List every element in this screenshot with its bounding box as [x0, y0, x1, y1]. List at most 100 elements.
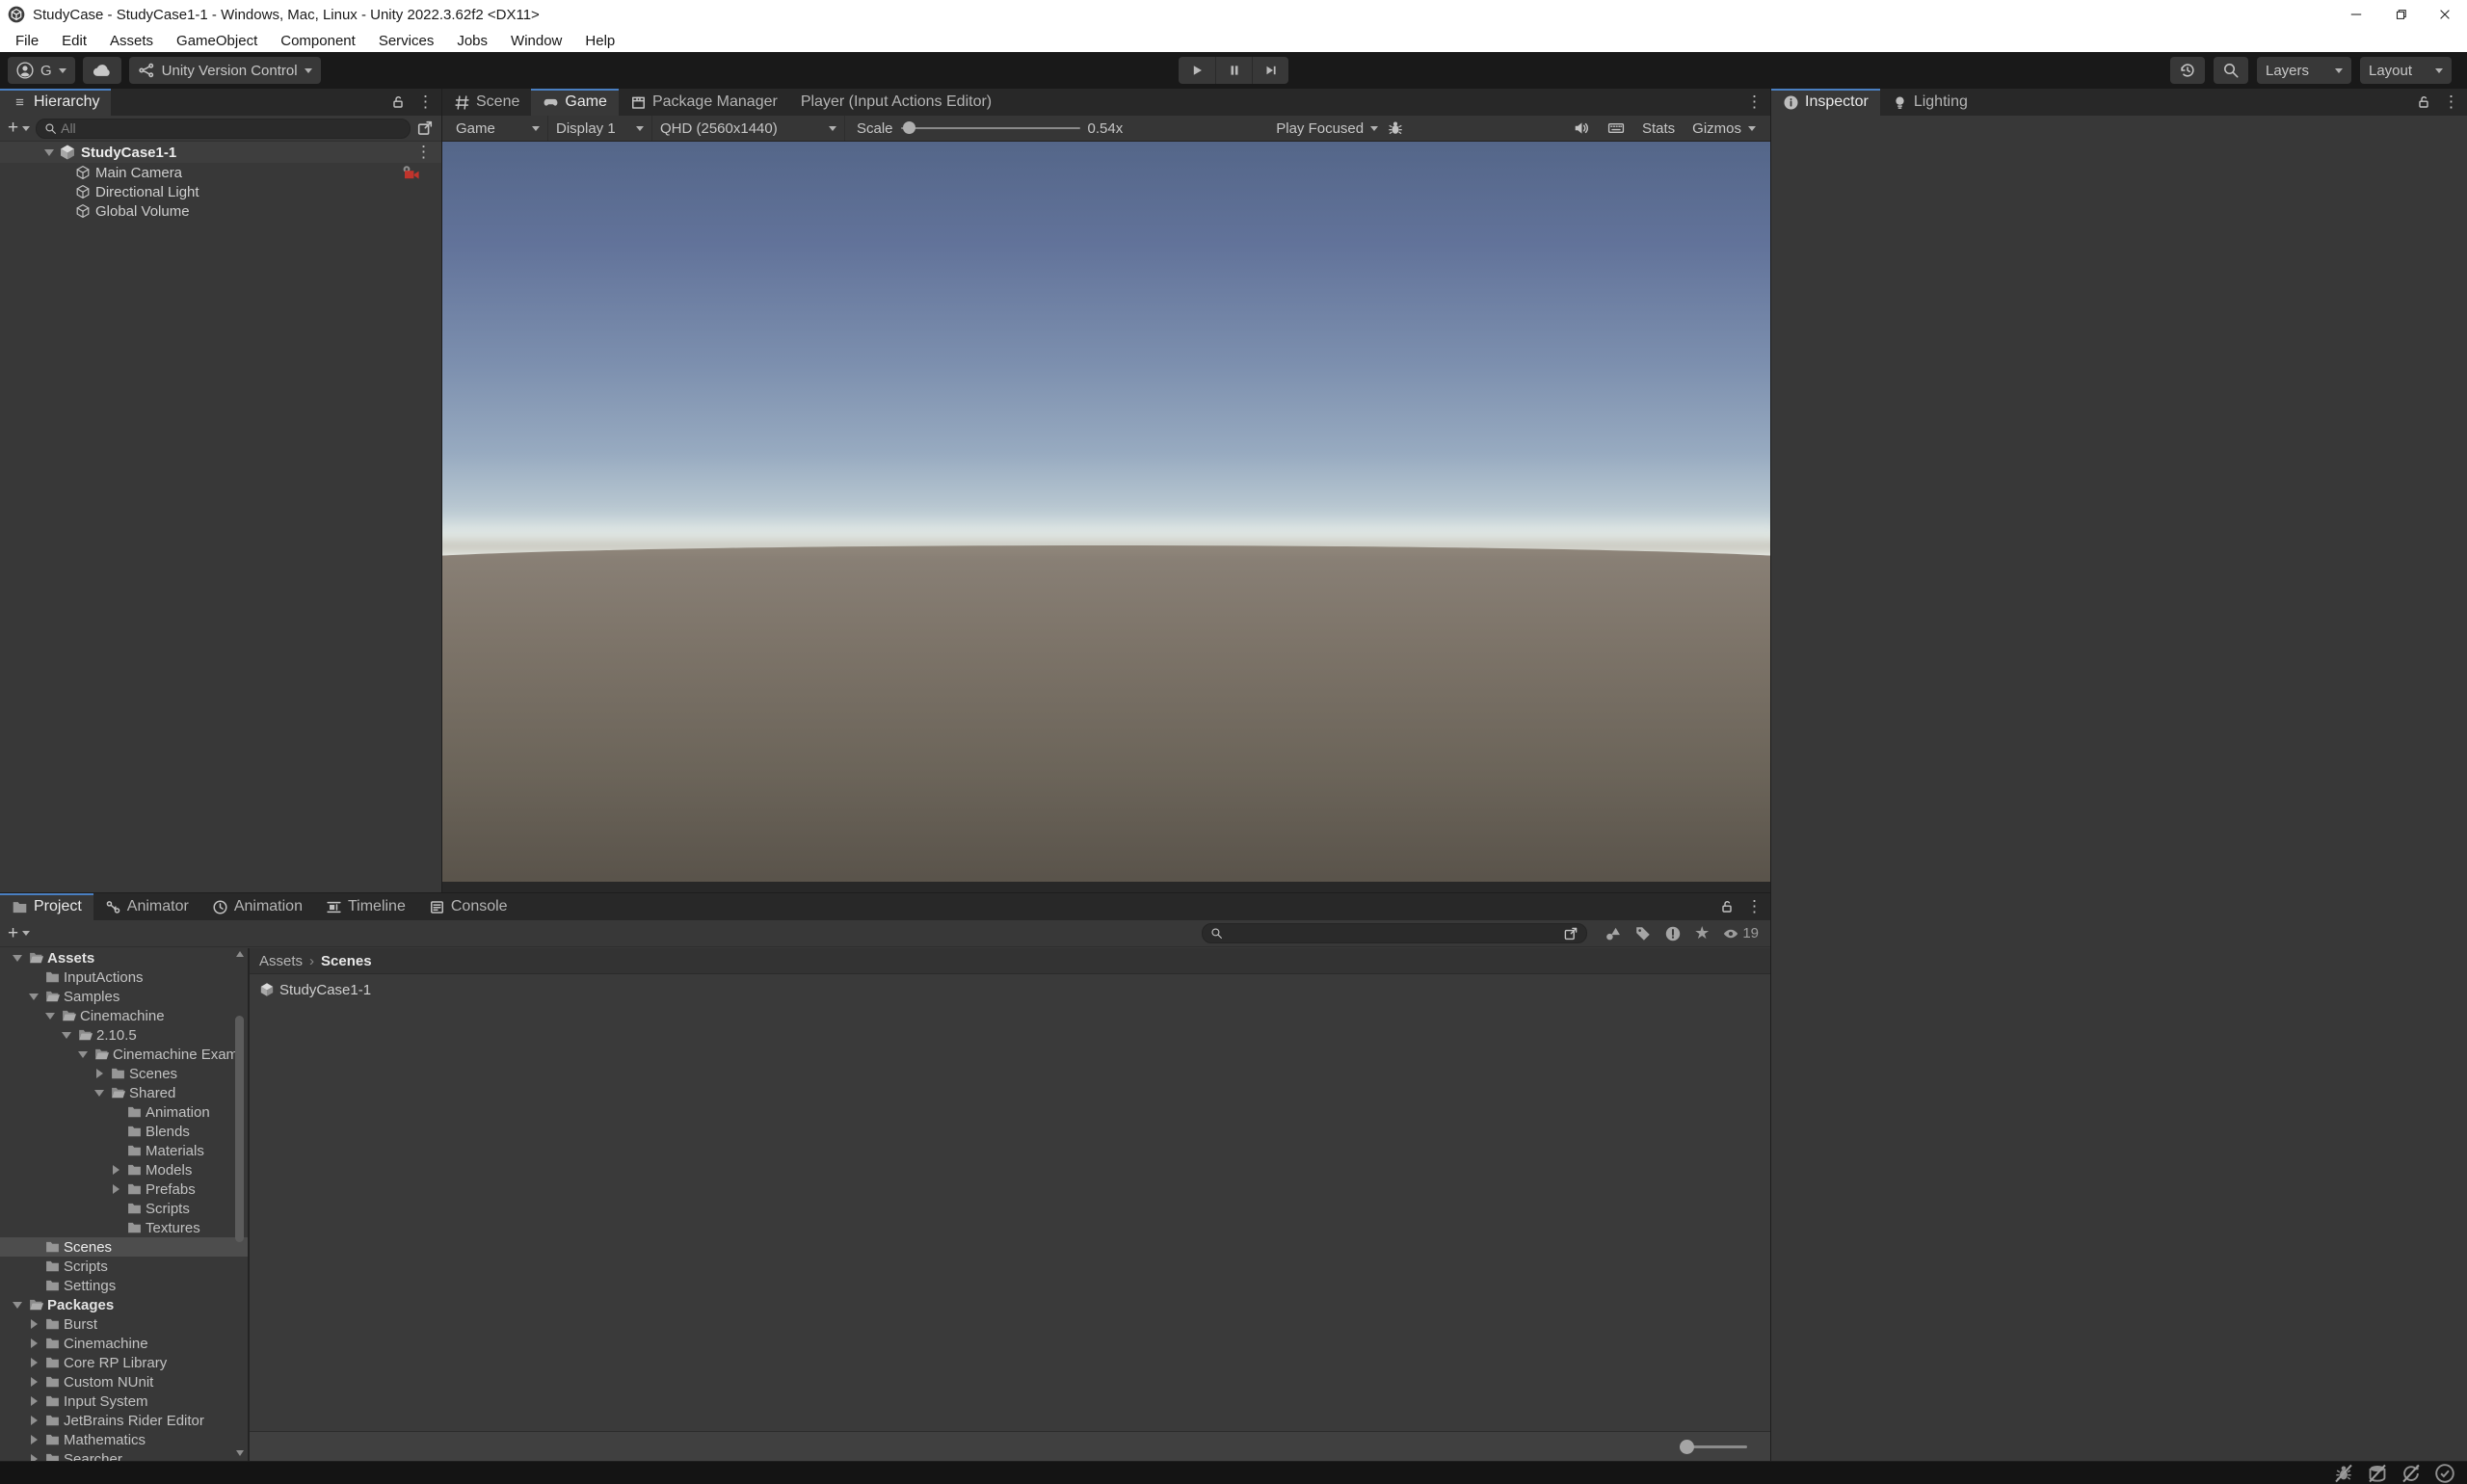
project-search-input[interactable] — [1202, 923, 1588, 943]
hierarchy-item-global-volume[interactable]: Global Volume — [0, 201, 441, 221]
tree-item-input-system[interactable]: Input System — [0, 1391, 248, 1411]
menu-assets[interactable]: Assets — [98, 29, 165, 52]
expander-closed-icon[interactable] — [92, 1069, 107, 1078]
expander-closed-icon[interactable] — [26, 1358, 41, 1367]
expander-closed-icon[interactable] — [26, 1377, 41, 1387]
layout-dropdown[interactable]: Layout — [2360, 57, 2452, 84]
menu-component[interactable]: Component — [269, 29, 367, 52]
tree-item-inputactions[interactable]: InputActions — [0, 967, 248, 987]
tab-lighting[interactable]: Lighting — [1880, 89, 1979, 116]
scale-slider-knob[interactable] — [902, 121, 915, 134]
tree-item-prefabs[interactable]: Prefabs — [0, 1179, 248, 1199]
close-button[interactable] — [2423, 0, 2467, 29]
menu-help[interactable]: Help — [573, 29, 626, 52]
search-by-type-icon[interactable] — [1605, 925, 1622, 942]
tree-item-animation[interactable]: Animation — [0, 1102, 248, 1122]
resolution-dropdown[interactable]: QHD (2560x1440) — [652, 116, 845, 141]
expander-open-icon[interactable] — [75, 1050, 91, 1058]
asset-item-studycase1-1[interactable]: StudyCase1-1 — [259, 979, 471, 1000]
tree-item-jetbrains-rider-editor[interactable]: JetBrains Rider Editor — [0, 1411, 248, 1430]
hidden-count-toggle[interactable]: 19 — [1722, 925, 1759, 942]
kebab-menu-icon[interactable]: ⋮ — [2443, 93, 2459, 112]
search-everywhere-button[interactable] — [2214, 57, 2248, 84]
tree-item-scripts[interactable]: Scripts — [0, 1199, 248, 1218]
layers-dropdown[interactable]: Layers — [2257, 57, 2351, 84]
tree-item-materials[interactable]: Materials — [0, 1141, 248, 1160]
hierarchy-item-directional-light[interactable]: Directional Light — [0, 182, 441, 201]
lock-icon[interactable] — [1719, 899, 1735, 914]
scrollbar-thumb[interactable] — [235, 1016, 244, 1242]
view-mode-dropdown[interactable]: Game — [448, 116, 548, 141]
tab-project[interactable]: Project — [0, 893, 93, 920]
tree-item-shared[interactable]: Shared — [0, 1083, 248, 1102]
project-tree-scrollbar[interactable] — [233, 948, 246, 1461]
pause-button[interactable] — [1215, 57, 1252, 84]
tree-item-mathematics[interactable]: Mathematics — [0, 1430, 248, 1449]
menu-file[interactable]: File — [4, 29, 50, 52]
kebab-menu-icon[interactable]: ⋮ — [1746, 93, 1763, 112]
icon-size-knob[interactable] — [1680, 1440, 1694, 1454]
expander-closed-icon[interactable] — [26, 1416, 41, 1425]
tab-timeline[interactable]: Timeline — [314, 893, 417, 920]
expander-closed-icon[interactable] — [26, 1319, 41, 1329]
kebab-menu-icon[interactable]: ⋮ — [417, 93, 434, 112]
gizmos-dropdown[interactable]: Gizmos — [1684, 116, 1764, 141]
expander-open-icon[interactable] — [42, 1012, 58, 1020]
version-control-dropdown[interactable]: Unity Version Control — [128, 57, 321, 84]
tree-item-scenes[interactable]: Scenes — [0, 1064, 248, 1083]
tab-animator[interactable]: Animator — [93, 893, 200, 920]
tree-item-cinemachine-exam[interactable]: Cinemachine Exam — [0, 1045, 248, 1064]
kebab-menu-icon[interactable]: ⋮ — [415, 143, 432, 162]
breadcrumb-root[interactable]: Assets — [259, 953, 303, 969]
account-button[interactable]: G — [8, 57, 75, 84]
search-by-importance-icon[interactable] — [1664, 925, 1682, 942]
menu-window[interactable]: Window — [499, 29, 573, 52]
tab-animation[interactable]: Animation — [200, 893, 314, 920]
create-asset-button[interactable]: + — [8, 923, 31, 944]
expander-closed-icon[interactable] — [108, 1184, 123, 1194]
tree-item-samples[interactable]: Samples — [0, 987, 248, 1006]
tab-player-input-actions-editor[interactable]: Player (Input Actions Editor) — [789, 89, 1003, 116]
expander-closed-icon[interactable] — [26, 1396, 41, 1406]
tree-item-scripts[interactable]: Scripts — [0, 1257, 248, 1276]
picker-icon[interactable] — [416, 119, 434, 137]
status-ok-icon[interactable] — [2434, 1463, 2455, 1484]
lock-icon[interactable] — [2416, 94, 2431, 110]
input-debug-button[interactable] — [1599, 116, 1633, 141]
menu-services[interactable]: Services — [367, 29, 446, 52]
expander-closed-icon[interactable] — [108, 1165, 123, 1175]
tab-console[interactable]: Console — [417, 893, 519, 920]
game-viewport[interactable] — [442, 142, 1770, 882]
tree-item-cinemachine[interactable]: Cinemachine — [0, 1334, 248, 1353]
menu-gameobject[interactable]: GameObject — [165, 29, 269, 52]
tree-item-assets[interactable]: Assets — [0, 948, 248, 967]
kebab-menu-icon[interactable]: ⋮ — [1746, 897, 1763, 916]
expander-closed-icon[interactable] — [26, 1338, 41, 1348]
expander-open-icon[interactable] — [10, 954, 25, 962]
tab-hierarchy[interactable]: ≡ Hierarchy — [0, 89, 112, 116]
menu-edit[interactable]: Edit — [50, 29, 98, 52]
favorites-star-icon[interactable]: ★ — [1694, 923, 1710, 943]
stats-button[interactable]: Stats — [1633, 116, 1684, 141]
undo-history-button[interactable] — [2170, 57, 2205, 84]
tree-item-core-rp-library[interactable]: Core RP Library — [0, 1353, 248, 1372]
tree-item-blends[interactable]: Blends — [0, 1122, 248, 1141]
icon-size-slider[interactable] — [1680, 1440, 1747, 1454]
picker-icon[interactable] — [1563, 926, 1578, 941]
search-by-label-icon[interactable] — [1634, 925, 1652, 942]
tree-item-settings[interactable]: Settings — [0, 1276, 248, 1295]
display-dropdown[interactable]: Display 1 — [548, 116, 652, 141]
play-focused-dropdown[interactable]: Play Focused — [1267, 116, 1387, 141]
mute-audio-button[interactable] — [1564, 116, 1599, 141]
scale-slider[interactable] — [900, 121, 1080, 134]
tab-inspector[interactable]: Inspector — [1771, 89, 1880, 116]
scroll-up-icon[interactable] — [236, 951, 244, 957]
breadcrumb-current[interactable]: Scenes — [321, 953, 372, 969]
expander-open-icon[interactable] — [59, 1031, 74, 1039]
tab-game[interactable]: Game — [531, 89, 619, 116]
expander-open-icon[interactable] — [10, 1301, 25, 1309]
menu-jobs[interactable]: Jobs — [445, 29, 499, 52]
tab-package-manager[interactable]: Package Manager — [619, 89, 789, 116]
expander-open-icon[interactable] — [92, 1089, 107, 1097]
hierarchy-item-main-camera[interactable]: Main Camera — [0, 163, 441, 182]
